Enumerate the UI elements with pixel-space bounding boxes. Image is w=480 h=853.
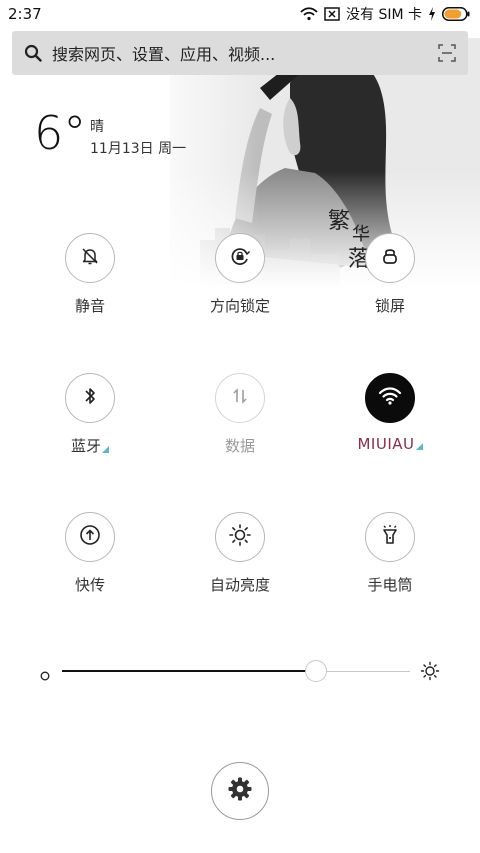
- toggle-silent[interactable]: 静音: [20, 233, 160, 316]
- flashlight-icon: [380, 524, 400, 550]
- toggle-rotation-lock[interactable]: 方向锁定: [170, 233, 310, 316]
- toggle-wifi[interactable]: MIUIAU: [320, 373, 460, 453]
- toggle-circle[interactable]: [215, 233, 265, 283]
- lock-icon: [381, 246, 399, 270]
- search-placeholder: 搜索网页、设置、应用、视频...: [52, 45, 276, 64]
- settings-button[interactable]: [211, 762, 269, 820]
- toggle-circle[interactable]: [65, 233, 115, 283]
- no-sim-icon: [324, 7, 340, 21]
- toggle-label: 锁屏: [374, 297, 405, 315]
- weather-date: 11月13日 周一: [90, 141, 187, 157]
- weather-condition: 晴: [90, 119, 104, 135]
- mobile-data-icon: [232, 387, 248, 409]
- toggle-circle[interactable]: [65, 512, 115, 562]
- gear-icon: [227, 776, 253, 806]
- battery-icon: [442, 7, 470, 21]
- submenu-marker: [102, 446, 109, 453]
- auto-brightness-icon: [228, 523, 252, 551]
- toggle-label: 蓝牙: [71, 435, 109, 456]
- submenu-marker: [415, 443, 423, 450]
- toggle-circle[interactable]: [215, 373, 265, 423]
- toggle-label: MIUIAU: [357, 435, 423, 453]
- toggle-circle[interactable]: [215, 512, 265, 562]
- charging-icon: [428, 7, 436, 21]
- slider-track-remaining[interactable]: [316, 670, 410, 672]
- bluetooth-icon: [83, 386, 97, 410]
- status-icons: 没有 SIM 卡: [300, 4, 470, 24]
- toggle-label: 方向锁定: [209, 297, 270, 315]
- temperature: 6°: [34, 106, 87, 160]
- slider-thumb[interactable]: [305, 660, 328, 682]
- weather-widget[interactable]: 6° 晴 11月13日 周一: [34, 106, 186, 160]
- toggle-quick-transfer[interactable]: 快传: [20, 512, 160, 595]
- toggle-auto-brightness[interactable]: 自动亮度: [170, 512, 310, 595]
- silent-bell-icon: [80, 246, 100, 270]
- toggle-bluetooth[interactable]: 蓝牙: [20, 373, 160, 456]
- sim-status-text: 没有 SIM 卡: [346, 7, 422, 23]
- toggle-label: 手电筒: [367, 576, 413, 594]
- wifi-icon: [300, 7, 318, 21]
- status-bar: 2:37 没有 SIM 卡: [0, 0, 480, 28]
- search-icon: [24, 44, 42, 62]
- toggle-label: 数据: [224, 437, 255, 455]
- toggle-label-text: MIUIAU: [357, 435, 415, 453]
- quick-transfer-icon: [79, 524, 101, 550]
- toggle-circle[interactable]: [365, 233, 415, 283]
- brightness-low-icon: [40, 666, 50, 685]
- search-bar[interactable]: 搜索网页、设置、应用、视频...: [12, 31, 468, 75]
- toggle-circle[interactable]: [65, 373, 115, 423]
- toggle-mobile-data[interactable]: 数据: [170, 373, 310, 456]
- toggle-label: 静音: [74, 297, 105, 315]
- slider-track-filled[interactable]: [62, 670, 317, 672]
- toggle-label: 快传: [74, 576, 105, 594]
- status-time: 2:37: [8, 5, 42, 23]
- toggle-lock-screen[interactable]: 锁屏: [320, 233, 460, 316]
- wifi-icon: [378, 386, 402, 410]
- toggle-circle[interactable]: [365, 373, 415, 423]
- toggle-flashlight[interactable]: 手电筒: [320, 512, 460, 595]
- brightness-slider[interactable]: [40, 658, 440, 684]
- toggle-label: 自动亮度: [209, 576, 270, 594]
- notification-shade: 繁 华 落 2:37 没有 SIM 卡 搜索网页、设置、应用、视频... 6° …: [0, 0, 480, 853]
- calligraphy-char-1: 繁: [328, 209, 350, 234]
- rotation-lock-icon: [229, 245, 251, 271]
- brightness-high-icon: [420, 661, 440, 685]
- toggle-circle[interactable]: [365, 512, 415, 562]
- toggle-label-text: 蓝牙: [70, 437, 101, 455]
- scan-icon[interactable]: [438, 44, 456, 62]
